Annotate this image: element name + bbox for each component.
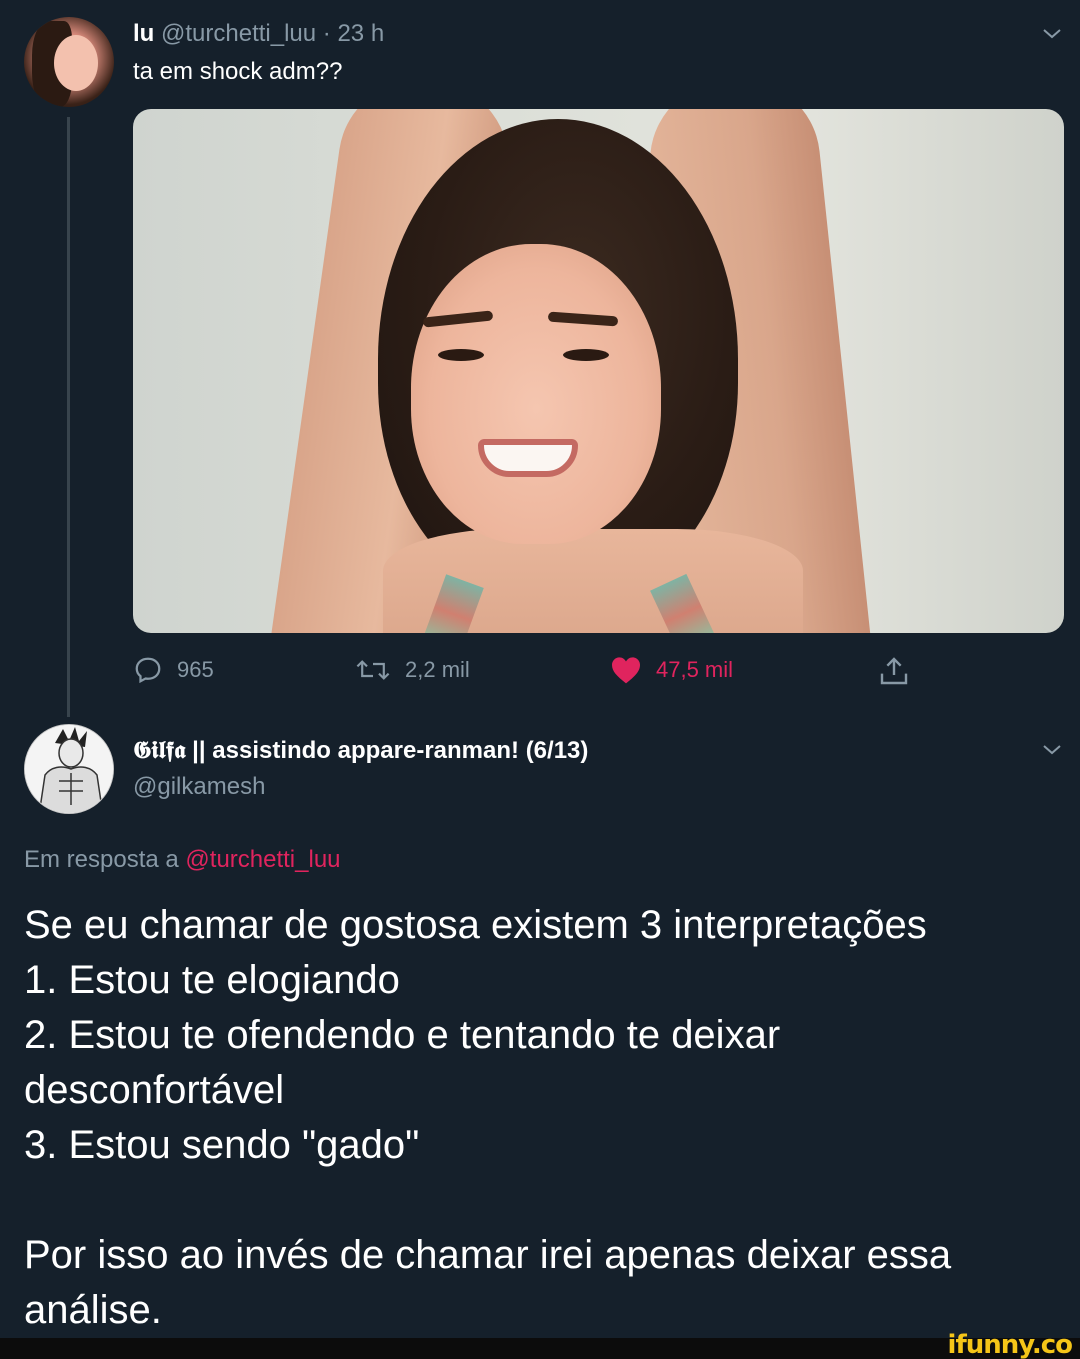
reply-context-label: Em resposta a xyxy=(24,846,179,873)
reply-count: 965 xyxy=(177,657,214,682)
tweet2-handle[interactable]: @gilkamesh xyxy=(133,773,265,801)
share-icon xyxy=(880,657,908,685)
speech-bubble-icon xyxy=(135,657,161,684)
tweet2-line: 3. Estou sendo "gado" xyxy=(24,1123,420,1167)
tweet1-separator: · xyxy=(322,20,331,47)
like-button[interactable]: 47,5 mil xyxy=(610,655,733,685)
tweet2-menu-button[interactable] xyxy=(1040,738,1064,767)
chevron-down-icon xyxy=(1043,29,1061,39)
chevron-down-icon xyxy=(1043,745,1061,755)
reply-context: Em resposta a @turchetti_luu xyxy=(24,846,341,874)
ifunny-watermark: ifunny.co xyxy=(947,1330,1073,1359)
tweet1-text: ta em shock adm?? xyxy=(133,58,343,85)
tweet2-closing: Por isso ao invés de chamar irei apenas … xyxy=(24,1228,1064,1338)
tweet2-line: Se eu chamar de gostosa existem 3 interp… xyxy=(24,903,927,947)
tweet1-handle[interactable]: @turchetti_luu xyxy=(161,20,316,47)
tweet2-closing-line: análise. xyxy=(24,1288,162,1332)
tweet2-line: 2. Estou te ofendendo e tentando te deix… xyxy=(24,1013,781,1057)
tweet2-body: Se eu chamar de gostosa existem 3 interp… xyxy=(24,898,1064,1173)
tweet1-author-name[interactable]: lu xyxy=(133,20,154,47)
retweet-icon xyxy=(356,660,390,680)
thread-connector-line xyxy=(67,117,70,717)
tweet2-line: desconfortável xyxy=(24,1068,285,1112)
tweet2-closing-line: Por isso ao invés de chamar irei apenas … xyxy=(24,1233,952,1277)
reply-context-mention[interactable]: @turchetti_luu xyxy=(185,846,340,873)
tweet1-header: lu @turchetti_luu · 23 h xyxy=(133,20,384,48)
anime-character-icon xyxy=(25,725,113,813)
reply-button[interactable]: 965 xyxy=(133,655,214,685)
share-button[interactable] xyxy=(877,655,911,692)
avatar-gilkamesh[interactable] xyxy=(24,724,114,814)
tweet2-name-fancy: 𝕲𝖎𝖑𝖋𝖆 xyxy=(133,737,186,764)
tweet1-menu-button[interactable] xyxy=(1040,22,1064,51)
avatar-lu[interactable] xyxy=(24,17,114,107)
like-count: 47,5 mil xyxy=(656,657,734,682)
retweet-button[interactable]: 2,2 mil xyxy=(355,655,470,685)
tweet2-line: 1. Estou te elogiando xyxy=(24,958,400,1002)
tweet2-name-rest: || assistindo appare-ranman! (6/13) xyxy=(192,737,589,764)
tweet1-time[interactable]: 23 h xyxy=(337,20,384,47)
heart-icon xyxy=(612,657,640,684)
tweet1-photo[interactable] xyxy=(133,109,1064,633)
footer-bar xyxy=(0,1338,1080,1359)
retweet-count: 2,2 mil xyxy=(405,657,470,682)
tweet2-author-name[interactable]: 𝕲𝖎𝖑𝖋𝖆 || assistindo appare-ranman! (6/13… xyxy=(133,737,588,765)
